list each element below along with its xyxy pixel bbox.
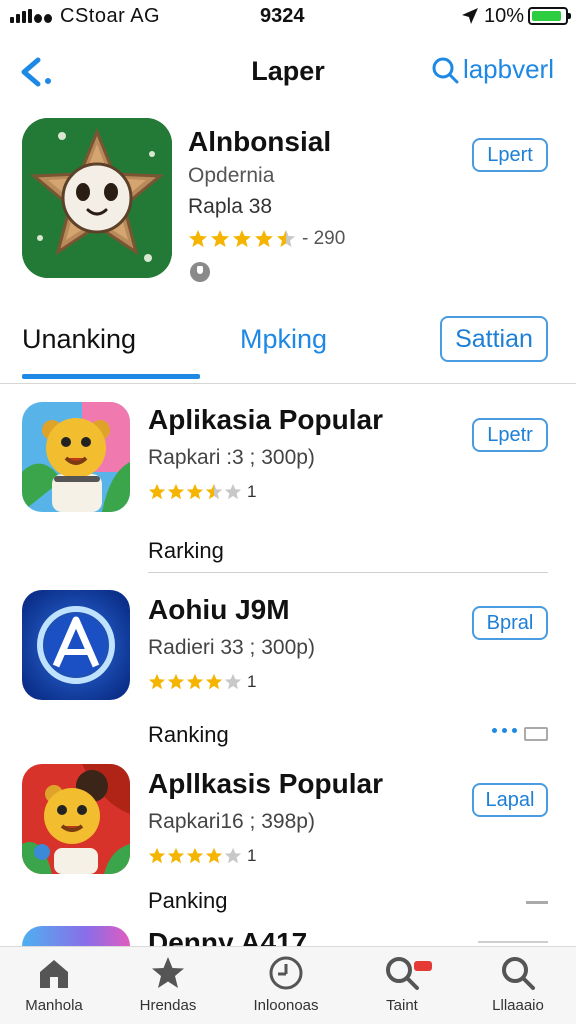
star-full-icon bbox=[186, 673, 204, 690]
featured-app-developer: Opdernia bbox=[188, 164, 275, 187]
tabbar-item-search-2[interactable]: Lllaaaio bbox=[468, 955, 568, 1014]
star-full-icon bbox=[148, 847, 166, 864]
star-full-icon bbox=[167, 483, 185, 500]
tab-bar: Manhola Hrendas Inloonoas Taint Lllaaaio bbox=[0, 946, 576, 1024]
star-full-icon bbox=[205, 673, 223, 690]
battery-icon bbox=[528, 7, 571, 25]
star-rating bbox=[148, 483, 242, 501]
star-empty-icon bbox=[224, 847, 242, 864]
more-dots-icon[interactable] bbox=[492, 728, 517, 733]
divider bbox=[526, 901, 548, 904]
tab-mpking[interactable]: Mpking bbox=[240, 324, 327, 355]
app-rank-label-1: Rarking bbox=[148, 538, 224, 563]
home-icon bbox=[40, 960, 68, 988]
app-title-4[interactable]: Denny A417 bbox=[148, 928, 307, 946]
star-full-icon bbox=[167, 673, 185, 690]
globe-icon bbox=[190, 262, 210, 282]
card-icon[interactable] bbox=[524, 727, 548, 741]
tabbar-label: Taint bbox=[386, 997, 418, 1014]
star-full-icon bbox=[233, 230, 251, 247]
carrier-label: CStoar AG bbox=[60, 5, 161, 27]
app-get-button-1[interactable]: Lpetr bbox=[472, 418, 548, 452]
divider bbox=[148, 572, 548, 573]
star-full-icon bbox=[148, 483, 166, 500]
app-rating-1: 1 bbox=[148, 482, 256, 502]
bear-app-icon bbox=[22, 402, 130, 512]
app-subtitle-3: Rapkari16 ; 398p) bbox=[148, 810, 315, 833]
nav-bar: Laper lapbverl bbox=[0, 44, 576, 100]
star-half-icon bbox=[277, 230, 295, 247]
tabbar-item-trends[interactable]: Hrendas bbox=[118, 955, 218, 1014]
status-bar: CStoar AG 9324 10% bbox=[0, 0, 576, 34]
star-empty-icon bbox=[224, 673, 242, 690]
search-icon bbox=[432, 57, 459, 83]
tabbar-item-search[interactable]: Taint bbox=[352, 955, 452, 1014]
star-empty-icon bbox=[224, 483, 242, 500]
app-subtitle-1: Rapkari :3 ; 300p) bbox=[148, 446, 315, 469]
app-get-button-2[interactable]: Bpral bbox=[472, 606, 548, 640]
featured-app-rating: - 290 bbox=[188, 228, 345, 250]
tab-sattian-button[interactable]: Sattian bbox=[440, 316, 548, 362]
tab-ranking[interactable]: Unanking bbox=[22, 324, 136, 355]
featured-app-size: Rapla 38 bbox=[188, 195, 273, 218]
app-rating-2: 1 bbox=[148, 672, 256, 692]
star-full-icon bbox=[148, 673, 166, 690]
app-icon-2[interactable] bbox=[22, 590, 130, 700]
tabbar-label: Manhola bbox=[25, 997, 83, 1014]
app-rating-3: 1 bbox=[148, 846, 256, 866]
star-full-icon bbox=[186, 847, 204, 864]
app-rank-label-2: Ranking bbox=[148, 722, 229, 747]
rating-number: 1 bbox=[247, 672, 257, 691]
rating-count: - 290 bbox=[302, 228, 346, 249]
featured-app-name: Alnbonsial bbox=[188, 126, 332, 157]
app-rank-label-3: Panking bbox=[148, 888, 228, 913]
location-arrow-icon bbox=[462, 8, 478, 24]
app-icon-3[interactable] bbox=[22, 764, 130, 874]
panda-star-icon bbox=[22, 118, 172, 278]
app-subtitle-2: Radieri 33 ; 300p) bbox=[148, 636, 315, 659]
star-full-icon bbox=[189, 230, 207, 247]
signal-icon bbox=[10, 9, 52, 23]
notification-badge bbox=[414, 961, 432, 971]
tabbar-label: Hrendas bbox=[139, 997, 197, 1014]
star-full-icon bbox=[167, 847, 185, 864]
star-icon bbox=[152, 957, 184, 988]
segment-tabs: Unanking Mpking Sattian bbox=[0, 308, 576, 384]
divider bbox=[478, 941, 548, 943]
battery-percent: 10% bbox=[484, 5, 525, 27]
star-full-icon bbox=[186, 483, 204, 500]
bear-red-app-icon bbox=[22, 764, 130, 874]
app-title-2[interactable]: Aohiu J9M bbox=[148, 594, 290, 626]
star-rating bbox=[148, 847, 242, 865]
status-time: 9324 bbox=[260, 5, 305, 27]
featured-get-button[interactable]: Lpert bbox=[472, 138, 548, 172]
star-half-icon bbox=[205, 483, 223, 500]
active-tab-underline bbox=[22, 374, 200, 379]
star-full-icon bbox=[255, 230, 273, 247]
tabbar-label: Inloonoas bbox=[253, 997, 319, 1014]
star-rating bbox=[188, 229, 296, 249]
search-icon bbox=[502, 957, 535, 990]
featured-app-icon[interactable] bbox=[22, 118, 172, 278]
rating-number: 1 bbox=[247, 482, 257, 501]
battery-fill bbox=[532, 11, 561, 21]
star-rating bbox=[148, 673, 242, 691]
tabbar-item-home[interactable]: Manhola bbox=[4, 955, 104, 1014]
clock-icon bbox=[269, 956, 303, 990]
search-label: lapbverl bbox=[462, 54, 554, 84]
star-full-icon bbox=[205, 847, 223, 864]
app-get-button-3[interactable]: Lapal bbox=[472, 783, 548, 817]
search-button[interactable]: lapbverl bbox=[431, 54, 554, 85]
app-icon-1[interactable] bbox=[22, 402, 130, 512]
tabbar-item-updates[interactable]: Inloonoas bbox=[236, 955, 336, 1014]
star-full-icon bbox=[211, 230, 229, 247]
app-title-1[interactable]: Aplikasia Popular bbox=[148, 404, 383, 436]
tabbar-label: Lllaaaio bbox=[492, 997, 544, 1014]
app-title-3[interactable]: Apllkasis Popular bbox=[148, 768, 383, 800]
rating-number: 1 bbox=[247, 846, 257, 865]
circle-a-app-icon bbox=[22, 590, 130, 700]
